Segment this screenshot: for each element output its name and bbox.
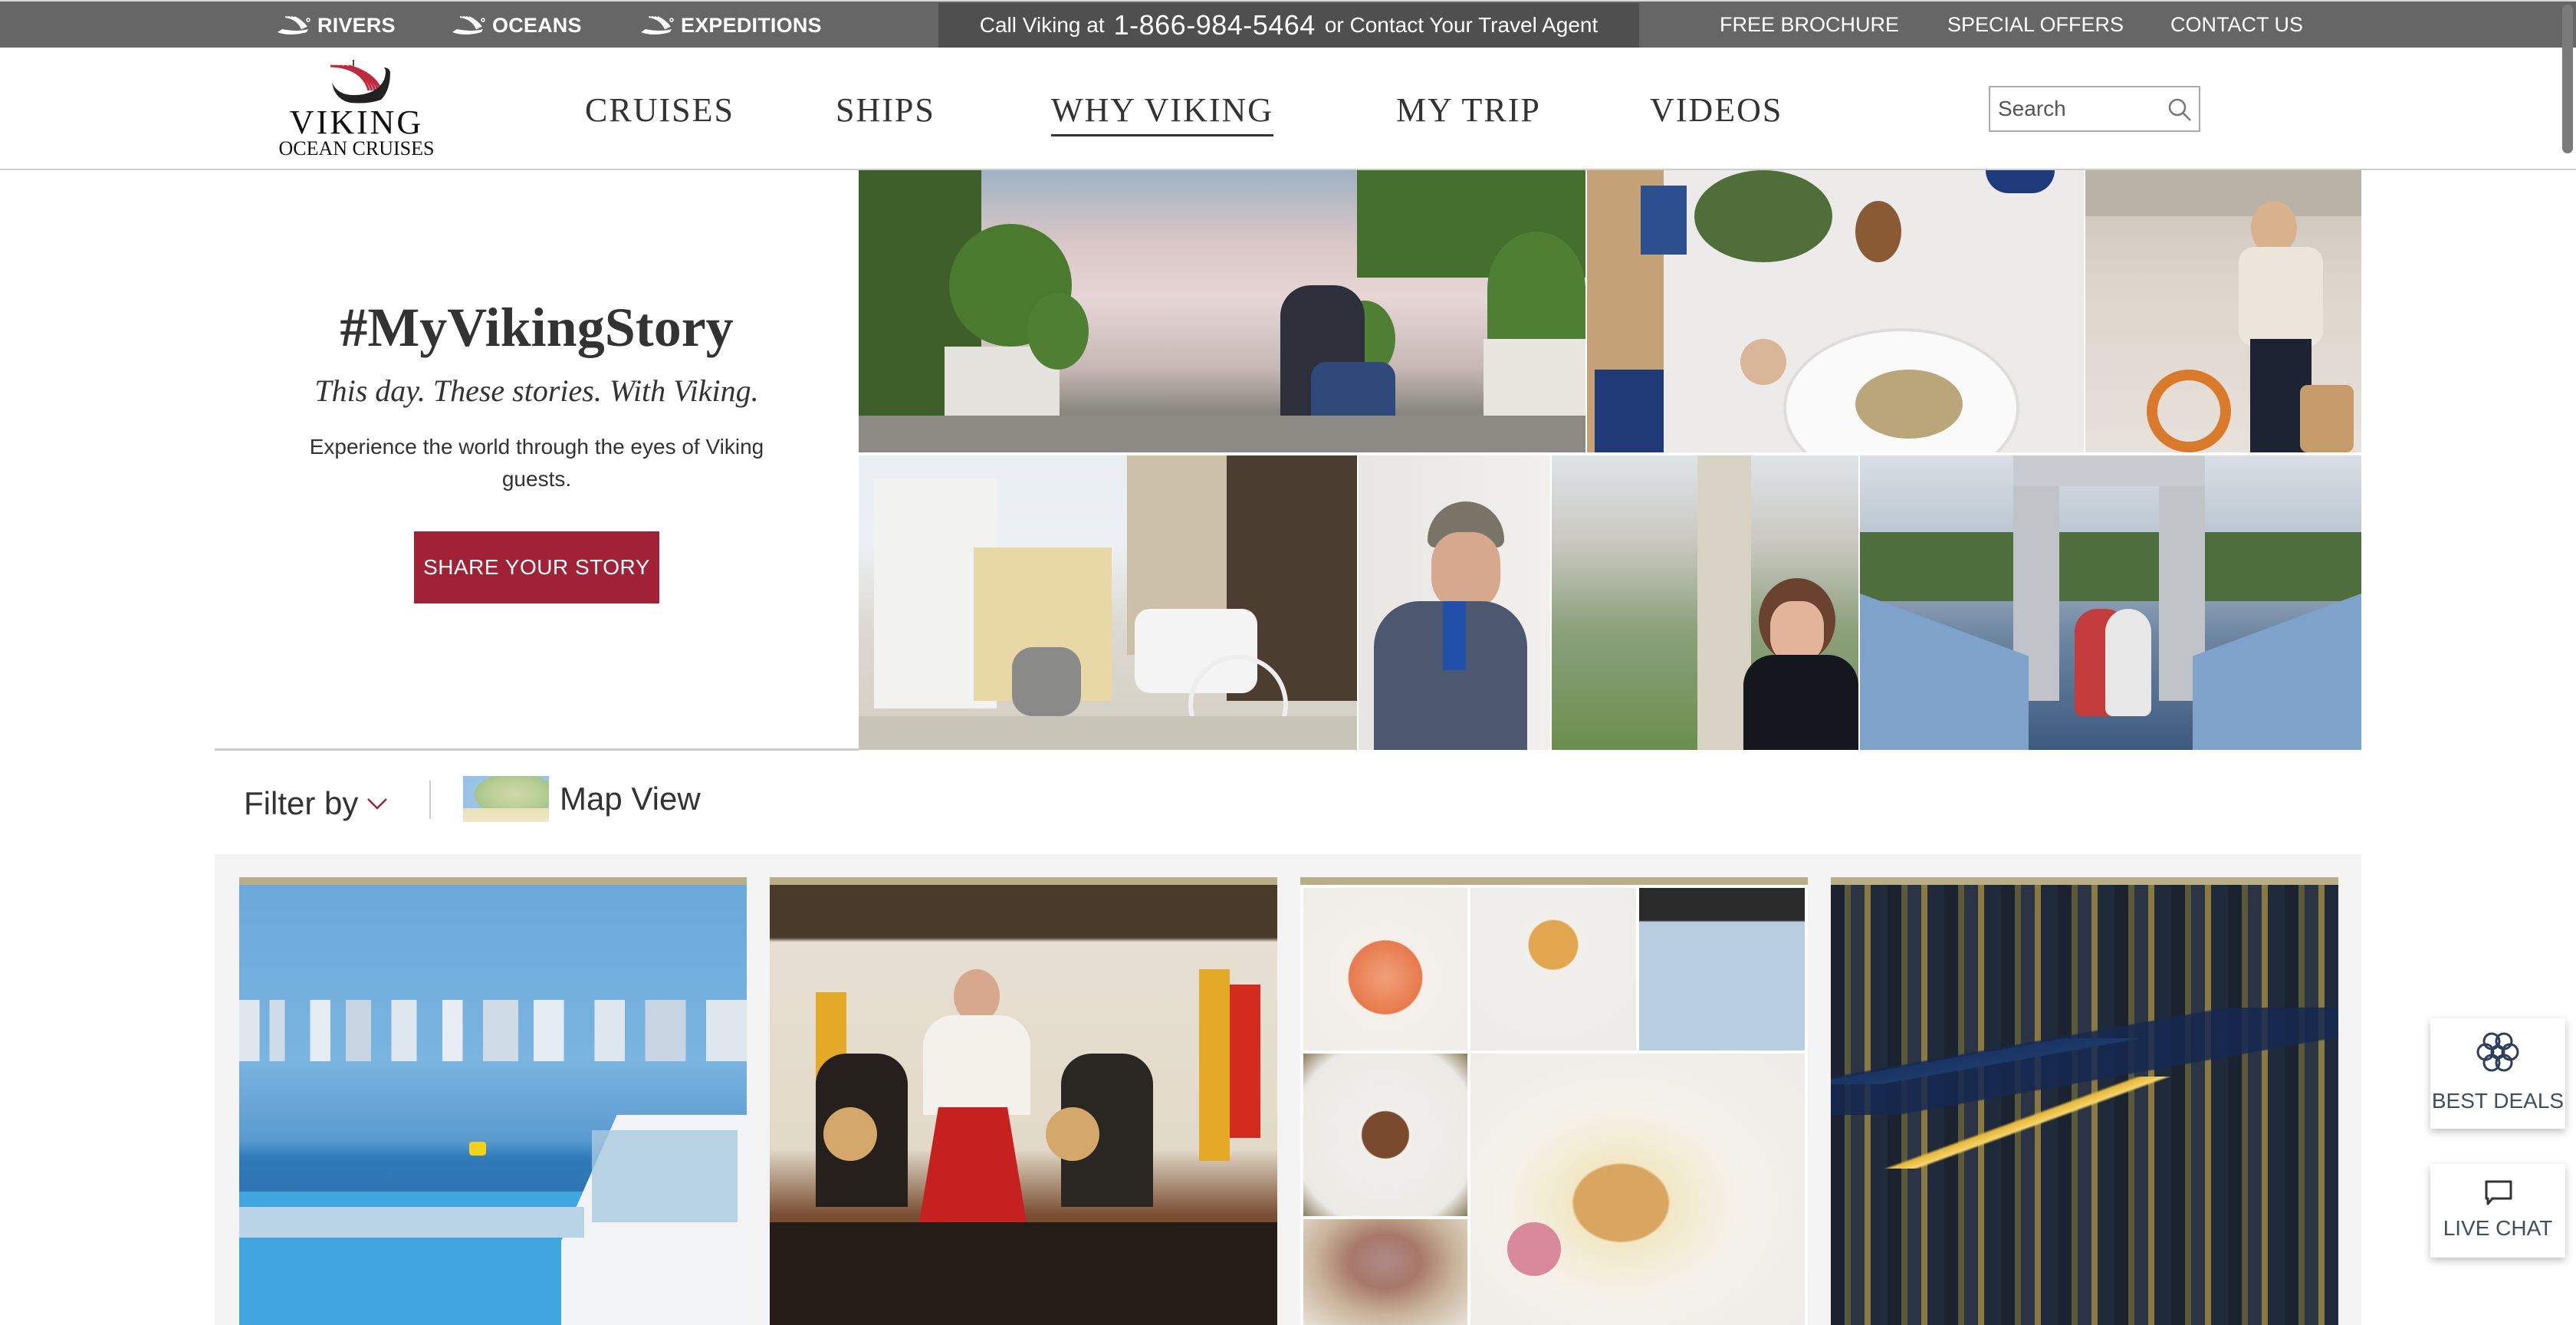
nav-videos[interactable]: VIDEOS: [1650, 90, 1783, 130]
brand-label: OCEANS: [492, 13, 582, 37]
brand-link-expeditions[interactable]: EXPEDITIONS: [638, 12, 822, 38]
phone-number-link[interactable]: 1-866-984-5464: [1114, 9, 1316, 41]
story-card[interactable]: [1300, 877, 1808, 1325]
map-view-label: Map View: [560, 781, 701, 817]
story-card[interactable]: [239, 877, 747, 1325]
story-card[interactable]: [1831, 877, 2338, 1325]
logo-subtitle: OCEAN CRUISES: [278, 137, 435, 159]
filter-by-label: Filter by: [244, 785, 359, 821]
viking-ship-icon: [278, 16, 310, 35]
chevron-down-icon: [367, 798, 388, 810]
hero-intro: #MyVikingStory This day. These stories. …: [215, 170, 859, 750]
search-box: [1989, 86, 2200, 132]
story-cards-panel: [215, 854, 2361, 1325]
viking-ship-icon: [641, 16, 674, 35]
card-photo-city-skyline: [239, 885, 747, 1325]
filter-by-dropdown[interactable]: Filter by: [244, 781, 389, 827]
utility-bar: RIVERS OCEANS EXPEDITIONS Call Viking at…: [0, 0, 2576, 48]
live-chat-label: LIVE CHAT: [2443, 1216, 2553, 1240]
card-photo-folk-performance: [770, 885, 1277, 1325]
brand-label: EXPEDITIONS: [681, 13, 822, 37]
hero-description: Experience the world through the eyes of…: [309, 435, 764, 491]
story-card[interactable]: [770, 877, 1277, 1325]
contact-us-link[interactable]: CONTACT US: [2170, 11, 2303, 38]
hero-photo-couple-bridge[interactable]: [1860, 455, 2361, 750]
card-photo-city-night: [1831, 885, 2338, 1325]
hero-photo-man-in-cap[interactable]: [1359, 455, 1550, 750]
map-thumbnail-icon: [463, 776, 549, 822]
nav-cruises[interactable]: CRUISES: [585, 90, 734, 130]
hero-photo-woman-overlook[interactable]: [1552, 455, 1858, 750]
hero-photo-woman-on-deck[interactable]: [2085, 170, 2361, 452]
hero-divider: [215, 748, 859, 751]
main-header: VIKING OCEAN CRUISES CRUISES SHIPS WHY V…: [0, 48, 2576, 170]
nav-ships[interactable]: SHIPS: [836, 90, 935, 130]
hero-tagline: This day. These stories. With Viking.: [314, 373, 759, 408]
call-suffix: or Contact Your Travel Agent: [1324, 13, 1598, 37]
map-view-button[interactable]: Map View: [463, 776, 701, 822]
hero-photo-palace-garden[interactable]: [859, 170, 1585, 452]
card-cap: [770, 877, 1277, 885]
viking-logo[interactable]: VIKING OCEAN CRUISES: [264, 57, 449, 161]
nav-my-trip[interactable]: MY TRIP: [1396, 90, 1541, 130]
scrollbar-thumb[interactable]: [2562, 5, 2573, 153]
brand-link-oceans[interactable]: OCEANS: [449, 12, 582, 38]
logo-wordmark: VIKING: [289, 104, 424, 141]
nav-why-viking[interactable]: WHY VIKING: [1051, 90, 1274, 136]
card-cap: [1831, 877, 2338, 885]
free-brochure-link[interactable]: FREE BROCHURE: [1720, 11, 1899, 38]
call-viking-banner: Call Viking at 1-866-984-5464 or Contact…: [938, 3, 1639, 48]
search-icon[interactable]: [2167, 97, 2193, 123]
share-your-story-button[interactable]: SHARE YOUR STORY: [414, 531, 659, 603]
viking-ship-logo-icon: [330, 60, 390, 104]
brand-link-rivers[interactable]: RIVERS: [274, 12, 396, 38]
brand-label: RIVERS: [317, 13, 396, 37]
hero-photo-table-food[interactable]: [1587, 170, 2084, 452]
best-deals-button[interactable]: BEST DEALS: [2430, 1018, 2565, 1129]
search-input[interactable]: [1990, 87, 2167, 130]
viking-ship-icon: [452, 16, 485, 35]
hero-photo-horse-carriage[interactable]: [859, 455, 1357, 750]
card-photo-food-collage: [1300, 885, 1808, 1325]
hero-title: #MyVikingStory: [340, 297, 734, 358]
special-offers-link[interactable]: SPECIAL OFFERS: [1947, 11, 2124, 38]
card-cap: [239, 877, 747, 885]
card-cap: [1300, 877, 1808, 885]
call-prefix: Call Viking at: [979, 13, 1105, 37]
filter-bar: Filter by Map View: [215, 751, 2361, 854]
filter-divider: [429, 781, 431, 819]
chat-bubble-icon: [2485, 1180, 2512, 1205]
best-deals-label: BEST DEALS: [2431, 1089, 2564, 1113]
celtic-knot-icon: [2476, 1032, 2519, 1072]
live-chat-button[interactable]: LIVE CHAT: [2430, 1164, 2565, 1258]
